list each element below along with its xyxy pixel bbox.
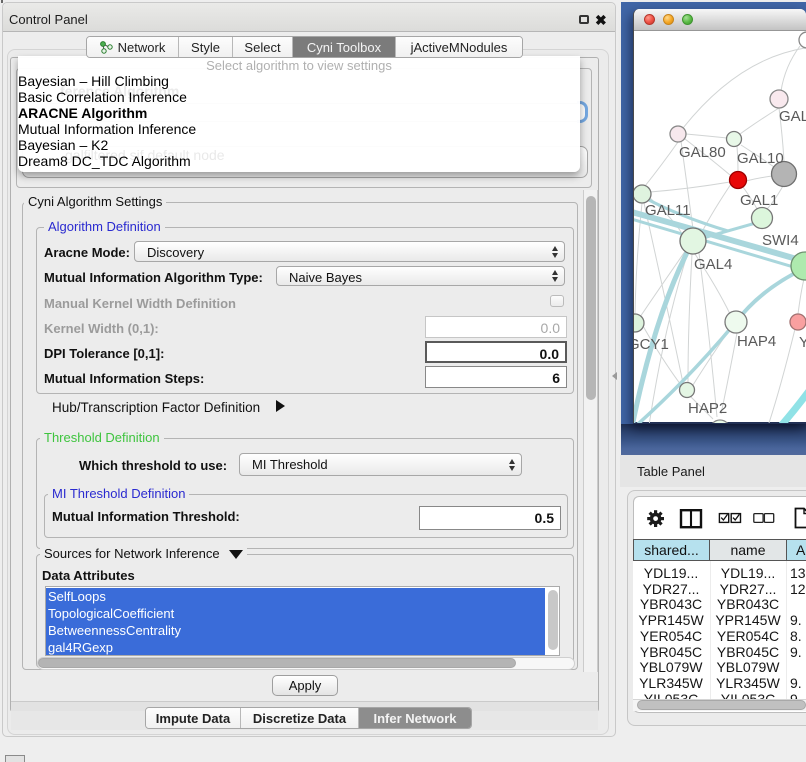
svg-text:GCY1: GCY1 — [634, 336, 669, 353]
svg-text:GAL1: GAL1 — [740, 192, 778, 209]
svg-text:Y: Y — [799, 334, 806, 351]
svg-text:GAL80: GAL80 — [679, 144, 726, 161]
svg-text:GAL10: GAL10 — [737, 150, 784, 167]
svg-text:SWI4: SWI4 — [762, 232, 799, 249]
svg-text:HAP2: HAP2 — [688, 400, 727, 417]
svg-text:HAP4: HAP4 — [737, 333, 776, 350]
svg-text:GAL11: GAL11 — [645, 202, 691, 219]
svg-text:GAL4: GAL4 — [694, 256, 732, 273]
svg-text:GAL7: GAL7 — [779, 108, 806, 125]
